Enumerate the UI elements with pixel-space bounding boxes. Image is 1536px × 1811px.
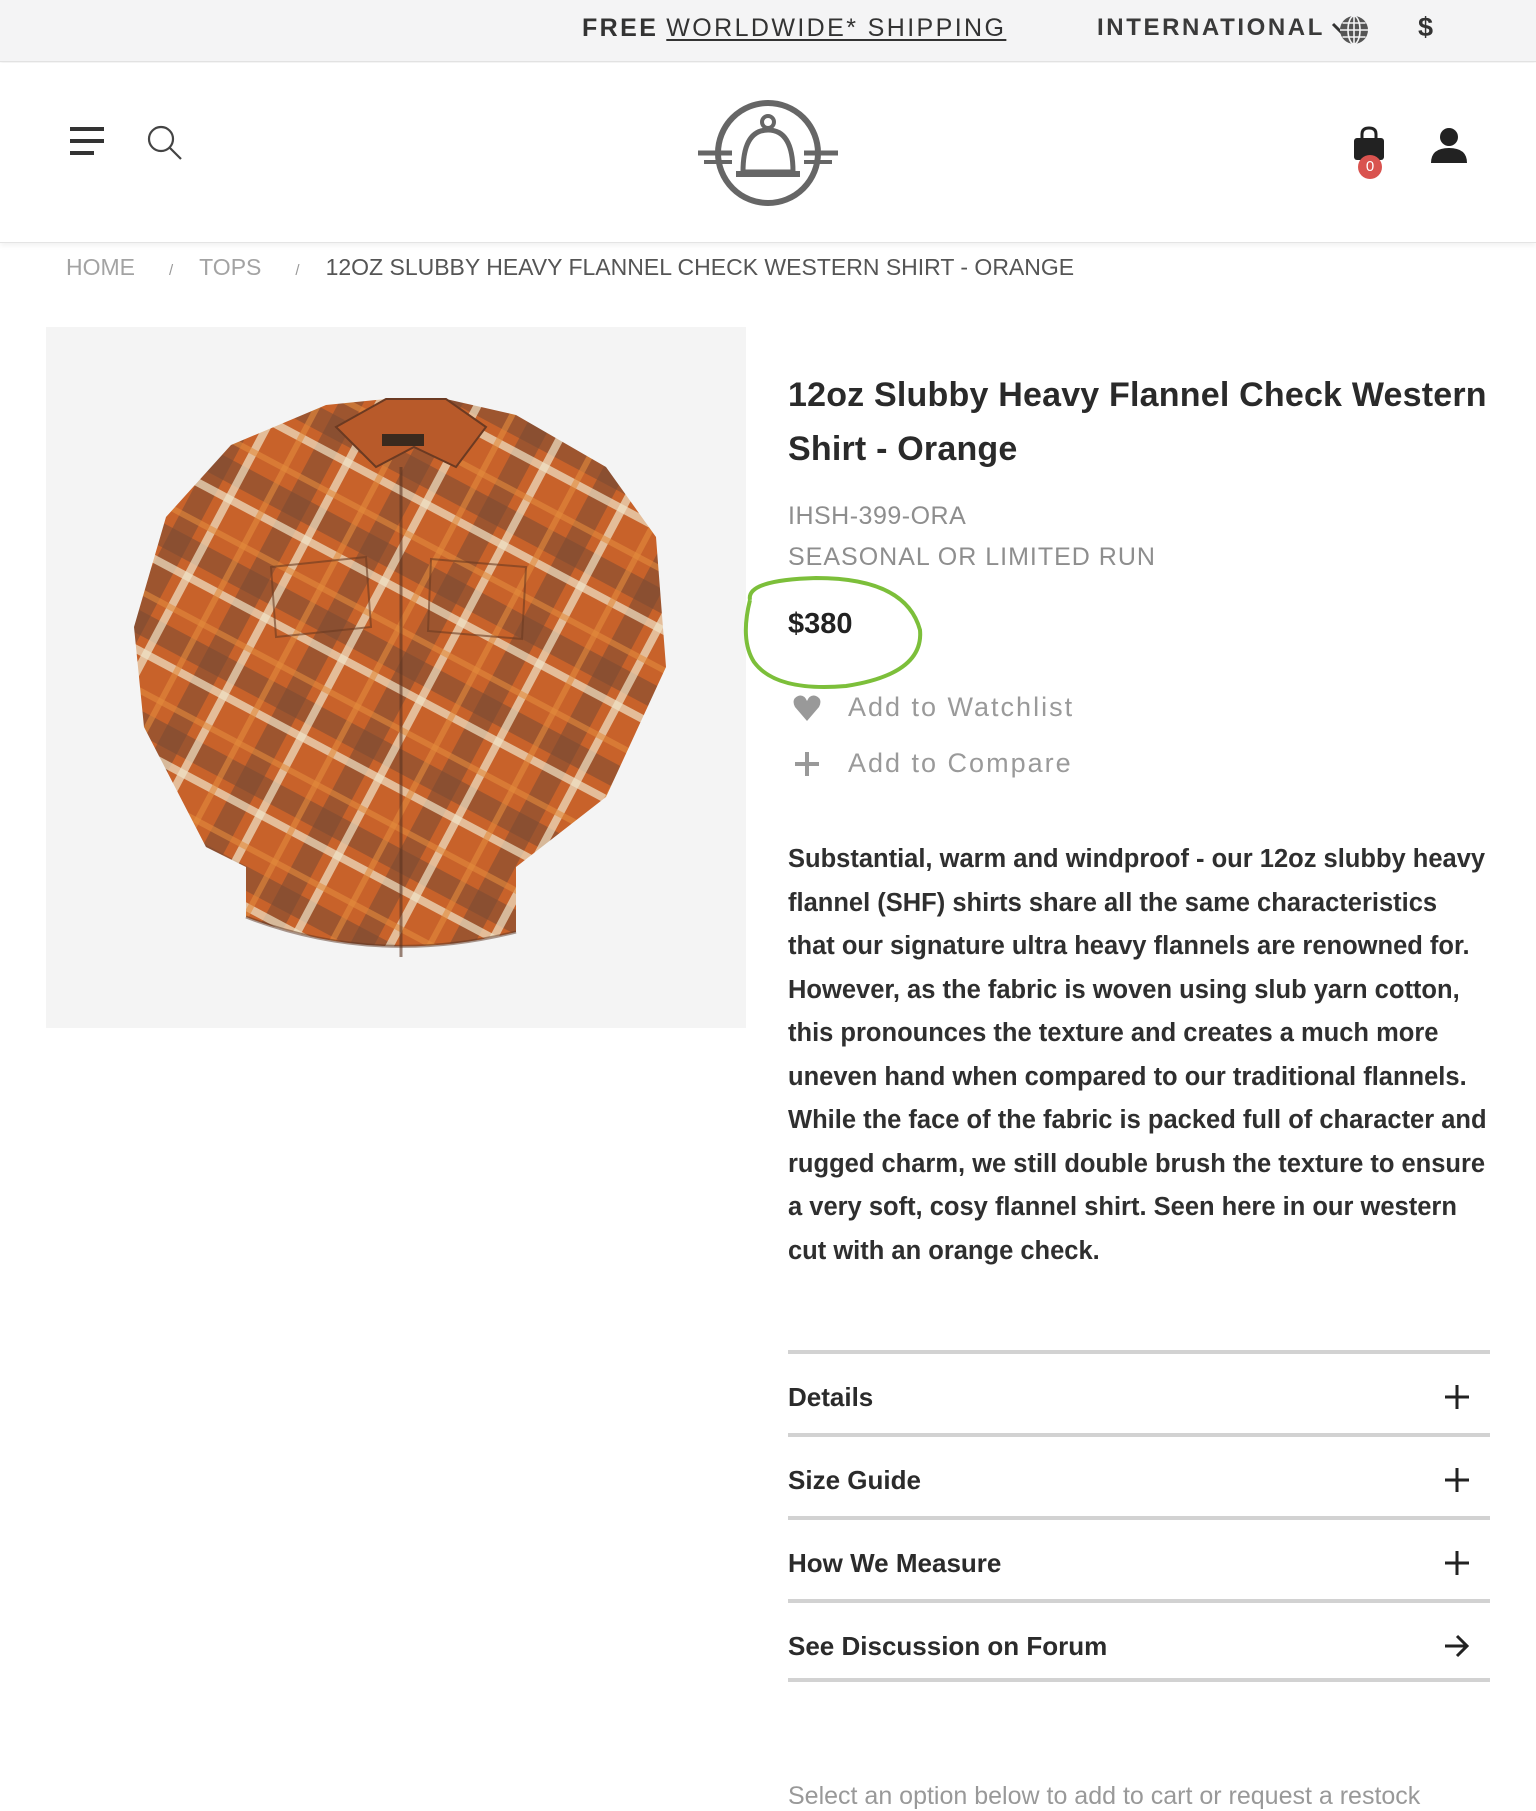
plus-icon [1445, 1385, 1469, 1409]
price-highlight-circle [743, 576, 923, 689]
promo-free-text: FREE [582, 14, 659, 42]
accordion-label: Details [788, 1382, 874, 1412]
heart-icon [793, 695, 821, 721]
accordion-details[interactable]: Details [788, 1350, 1490, 1433]
accordion-label: Size Guide [788, 1465, 921, 1495]
accordion-how-we-measure[interactable]: How We Measure [788, 1516, 1490, 1599]
watchlist-label: Add to Watchlist [848, 692, 1075, 722]
product-accordion: Details Size Guide How We Measure See Di… [788, 1350, 1490, 1682]
product-info: 12oz Slubby Heavy Flannel Check Western … [743, 368, 1490, 1265]
add-to-watchlist-button[interactable]: Add to Watchlist [788, 692, 1074, 723]
globe-icon[interactable] [1338, 14, 1370, 46]
accordion-forum-discussion[interactable]: See Discussion on Forum [788, 1599, 1490, 1682]
add-to-compare-button[interactable]: Add to Compare [788, 748, 1073, 779]
region-label: INTERNATIONAL [1097, 14, 1326, 41]
product-image[interactable] [46, 327, 746, 1028]
search-icon[interactable] [146, 124, 184, 162]
plus-icon [795, 751, 819, 776]
accordion-label: See Discussion on Forum [788, 1631, 1108, 1661]
restock-instructions: Select an option below to add to cart or… [788, 1782, 1421, 1810]
hamburger-menu-icon[interactable] [68, 125, 104, 157]
product-sku: IHSH-399-ORA [788, 502, 967, 530]
breadcrumb-separator: / [169, 262, 174, 279]
product-title: 12oz Slubby Heavy Flannel Check Western … [788, 376, 1487, 468]
accordion-size-guide[interactable]: Size Guide [788, 1433, 1490, 1516]
user-icon[interactable] [1430, 126, 1468, 164]
region-selector[interactable]: INTERNATIONAL [1097, 14, 1351, 42]
product-description: Substantial, warm and windproof - our 12… [788, 845, 1487, 1265]
breadcrumb-current: 12OZ SLUBBY HEAVY FLANNEL CHECK WESTERN … [325, 254, 1075, 280]
plus-icon [1445, 1551, 1469, 1575]
cart-count-badge: 0 [1358, 155, 1382, 179]
breadcrumb-separator: / [295, 262, 300, 279]
run-type-label: SEASONAL OR LIMITED RUN [788, 543, 1156, 571]
breadcrumb: HOME / TOPS / 12OZ SLUBBY HEAVY FLANNEL … [66, 254, 1074, 281]
flannel-shirt-image [134, 398, 666, 957]
breadcrumb-tops[interactable]: TOPS [199, 254, 261, 281]
arrow-right-icon [1445, 1634, 1470, 1658]
promo-bar: FREE WORLDWIDE* SHIPPING INTERNATIONAL $ [0, 0, 1536, 62]
promo-shipping-link[interactable]: WORLDWIDE* SHIPPING [666, 14, 1006, 42]
winged-bell-logo[interactable] [698, 100, 838, 206]
breadcrumb-home[interactable]: HOME [66, 254, 135, 281]
compare-label: Add to Compare [848, 748, 1073, 778]
accordion-label: How We Measure [788, 1548, 1002, 1578]
currency-selector[interactable]: $ [1418, 12, 1433, 43]
shipping-promo[interactable]: FREE WORLDWIDE* SHIPPING [582, 14, 1006, 43]
plus-icon [1445, 1468, 1469, 1492]
